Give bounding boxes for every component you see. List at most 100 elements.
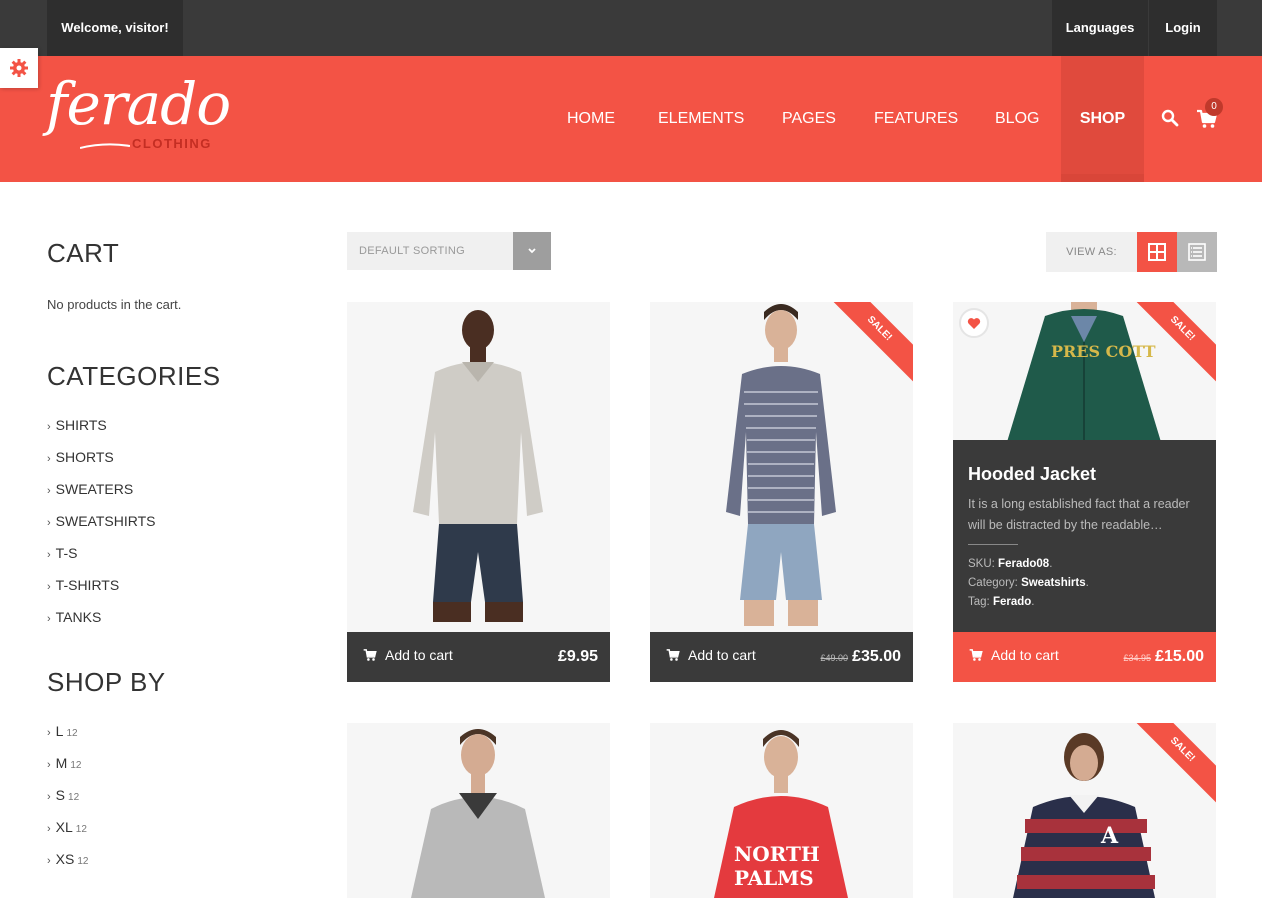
product-price: £15.00 bbox=[1155, 648, 1204, 665]
top-bar: Welcome, visitor! Languages Login bbox=[0, 0, 1262, 56]
product-card[interactable]: Add to cart £9.95 bbox=[347, 302, 610, 682]
category-item[interactable]: › TANKS bbox=[47, 607, 156, 639]
settings-tab[interactable] bbox=[0, 48, 38, 88]
main-header: ferado CLOTHING HOME ELEMENTS PAGES FEAT… bbox=[0, 56, 1262, 182]
category-item[interactable]: › T-S bbox=[47, 543, 156, 575]
logo[interactable]: ferado CLOTHING bbox=[46, 70, 231, 160]
size-filter-item[interactable]: › M 12 bbox=[47, 753, 88, 785]
product-sku: SKU: Ferado08. bbox=[968, 558, 1053, 570]
product-card[interactable]: A SALE! bbox=[953, 723, 1216, 898]
product-card[interactable] bbox=[347, 723, 610, 898]
nav-blog[interactable]: BLOG bbox=[995, 56, 1039, 182]
chevron-right-icon: › bbox=[47, 421, 51, 433]
category-label: T-SHIRTS bbox=[55, 577, 120, 593]
product-card[interactable]: PRES COTT SALE! Hooded Jacket It is a lo… bbox=[953, 302, 1216, 682]
chevron-right-icon: › bbox=[47, 517, 51, 529]
size-filter-item[interactable]: › L 12 bbox=[47, 721, 88, 753]
languages-link[interactable]: Languages bbox=[1052, 0, 1148, 56]
list-view-button[interactable] bbox=[1177, 232, 1217, 272]
divider bbox=[968, 544, 1018, 545]
category-link[interactable]: Sweatshirts bbox=[1021, 577, 1086, 589]
category-label: TANKS bbox=[55, 609, 102, 625]
product-card[interactable]: NORTH PALMS bbox=[650, 723, 913, 898]
login-link[interactable]: Login bbox=[1149, 0, 1217, 56]
logo-swash bbox=[80, 143, 130, 149]
size-filter-item[interactable]: › XL 12 bbox=[47, 817, 88, 849]
size-count: 12 bbox=[66, 728, 78, 739]
categories-heading: CATEGORIES bbox=[47, 361, 221, 391]
category-item[interactable]: › SHIRTS bbox=[47, 415, 156, 447]
category-label: SWEATERS bbox=[55, 481, 134, 497]
add-to-cart-label: Add to cart bbox=[688, 647, 756, 663]
list-view-icon bbox=[1188, 243, 1206, 261]
sku-value: Ferado08 bbox=[998, 558, 1050, 570]
category-label: Category: bbox=[968, 577, 1018, 589]
product-title[interactable]: Hooded Jacket bbox=[968, 464, 1096, 485]
category-item[interactable]: › T-SHIRTS bbox=[47, 575, 156, 607]
jacket-print: PRES COTT bbox=[1051, 342, 1156, 361]
product-description: It is a long established fact that a rea… bbox=[968, 497, 1190, 532]
nav-shop[interactable]: SHOP bbox=[1061, 56, 1144, 182]
size-count: 12 bbox=[77, 856, 89, 867]
size-label: L bbox=[55, 723, 64, 739]
size-label: XL bbox=[55, 819, 73, 835]
tag-link[interactable]: Ferado bbox=[993, 596, 1031, 608]
gear-icon bbox=[10, 59, 28, 77]
category-label: SWEATSHIRTS bbox=[55, 513, 156, 529]
chevron-right-icon: › bbox=[47, 727, 51, 739]
svg-text:A: A bbox=[1100, 823, 1119, 849]
product-price-group: £49.00 £35.00 bbox=[821, 632, 901, 682]
category-item[interactable]: › SWEATSHIRTS bbox=[47, 511, 156, 543]
sorting-select[interactable]: DEFAULT SORTING bbox=[347, 232, 551, 270]
add-to-cart-label: Add to cart bbox=[991, 647, 1059, 663]
nav-elements[interactable]: ELEMENTS bbox=[658, 56, 744, 182]
category-item[interactable]: › SHORTS bbox=[47, 447, 156, 479]
product-tag: Tag: Ferado. bbox=[968, 596, 1035, 608]
category-label: SHIRTS bbox=[55, 417, 107, 433]
nav-pages[interactable]: PAGES bbox=[782, 56, 836, 182]
nav-features[interactable]: FEATURES bbox=[874, 56, 958, 182]
wishlist-button[interactable] bbox=[959, 308, 989, 338]
hoodie-print-line2: PALMS bbox=[734, 866, 814, 890]
cart-icon bbox=[666, 649, 680, 661]
size-label: XS bbox=[55, 851, 75, 867]
chevron-down-icon bbox=[513, 232, 551, 270]
category-item[interactable]: › SWEATERS bbox=[47, 479, 156, 511]
cart-empty-text: No products in the cart. bbox=[47, 297, 182, 312]
size-label: M bbox=[55, 755, 68, 771]
product-price: £9.95 bbox=[557, 648, 598, 665]
add-to-cart-button[interactable]: Add to cart bbox=[363, 632, 453, 678]
nav-home[interactable]: HOME bbox=[567, 56, 615, 182]
chevron-right-icon: › bbox=[47, 549, 51, 561]
grid-view-button[interactable] bbox=[1137, 232, 1177, 272]
add-to-cart-button[interactable]: Add to cart bbox=[969, 632, 1059, 678]
logo-subtitle: CLOTHING bbox=[132, 136, 212, 151]
size-filter-item[interactable]: › XS 12 bbox=[47, 849, 88, 881]
hoodie-print-line1: NORTH bbox=[734, 842, 820, 866]
product-details-overlay: Hooded Jacket It is a long established f… bbox=[953, 440, 1216, 632]
chevron-right-icon: › bbox=[47, 759, 51, 771]
size-filter-item[interactable]: › S 12 bbox=[47, 785, 88, 817]
chevron-right-icon: › bbox=[47, 485, 51, 497]
add-to-cart-bar[interactable]: Add to cart £49.00 £35.00 bbox=[650, 632, 913, 682]
chevron-right-icon: › bbox=[47, 581, 51, 593]
product-image bbox=[347, 302, 610, 632]
product-old-price: £34.95 bbox=[1123, 653, 1152, 663]
size-count: 12 bbox=[68, 792, 80, 803]
sku-label: SKU: bbox=[968, 558, 995, 570]
search-icon[interactable] bbox=[1160, 108, 1180, 128]
chevron-right-icon: › bbox=[47, 855, 51, 867]
size-label: S bbox=[55, 787, 66, 803]
size-filter-list: › L 12 › M 12 › S 12 › XL 12 › XS 12 bbox=[47, 721, 88, 881]
grid-view-icon bbox=[1148, 243, 1166, 261]
category-label: SHORTS bbox=[55, 449, 114, 465]
chevron-right-icon: › bbox=[47, 613, 51, 625]
chevron-right-icon: › bbox=[47, 823, 51, 835]
product-card[interactable]: SALE! Add to cart £49.00 £35.00 bbox=[650, 302, 913, 682]
logo-script: ferado bbox=[46, 70, 231, 138]
size-count: 12 bbox=[75, 824, 87, 835]
chevron-right-icon: › bbox=[47, 453, 51, 465]
add-to-cart-button[interactable]: Add to cart bbox=[666, 632, 756, 678]
add-to-cart-bar[interactable]: Add to cart £9.95 bbox=[347, 632, 610, 682]
add-to-cart-bar[interactable]: Add to cart £34.95 £15.00 bbox=[953, 632, 1216, 682]
